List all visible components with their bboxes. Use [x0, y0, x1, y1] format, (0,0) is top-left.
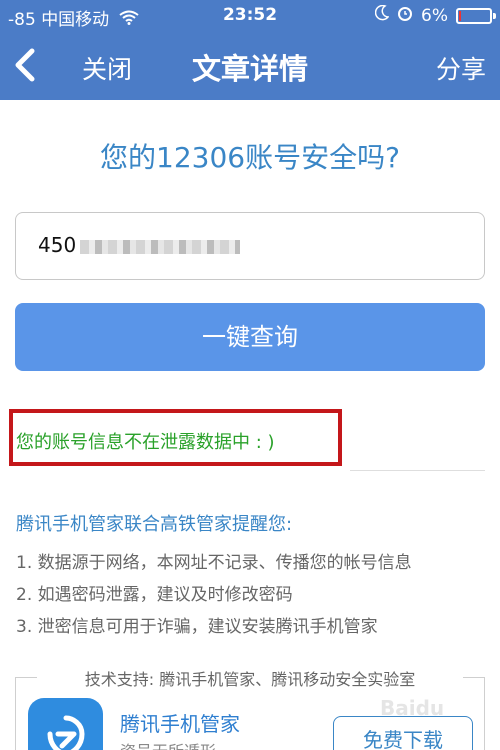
battery-percent: 6%	[421, 5, 448, 26]
divider	[350, 470, 485, 471]
tips-heading: 腾讯手机管家联合高铁管家提醒您:	[16, 514, 293, 535]
status-bar: -85 中国移动 23:52 6%	[0, 0, 500, 30]
alarm-icon	[397, 5, 413, 26]
tip-item: 1. 数据源于网络，本网址不记录、传播您的帐号信息	[16, 553, 412, 573]
support-text: 技术支持: 腾讯手机管家、腾讯移动安全实验室	[84, 670, 416, 689]
masked-digits	[80, 239, 241, 254]
battery-level	[459, 10, 461, 21]
account-input[interactable]: 450	[15, 212, 485, 280]
tip-item: 3. 泄密信息可用于诈骗，建议安装腾讯手机管家	[16, 617, 378, 637]
page-title: 文章详情	[191, 52, 308, 86]
close-button[interactable]: 关闭	[82, 50, 132, 86]
account-input-value: 450	[38, 233, 77, 257]
app-name: 腾讯手机管家	[120, 712, 240, 736]
status-right: 6%	[374, 4, 496, 26]
query-button[interactable]: 一键查询	[15, 303, 485, 371]
nav-bar: 关闭 文章详情 分享	[0, 30, 500, 100]
chevron-left-icon	[15, 48, 35, 82]
share-button[interactable]: 分享	[436, 50, 486, 86]
shield-icon	[47, 715, 85, 750]
app-subtitle: 资号无所遁形	[120, 738, 216, 750]
back-button[interactable]	[10, 47, 40, 83]
result-message: 您的账号信息不在泄露数据中 : )	[16, 432, 275, 453]
headline: 您的12306账号安全吗?	[100, 141, 400, 174]
battery-icon	[456, 7, 496, 24]
download-button[interactable]: 免费下载	[333, 716, 473, 750]
tip-item: 2. 如遇密码泄露，建议及时修改密码	[16, 585, 293, 605]
moon-icon	[374, 4, 390, 26]
app-icon[interactable]	[28, 698, 103, 750]
